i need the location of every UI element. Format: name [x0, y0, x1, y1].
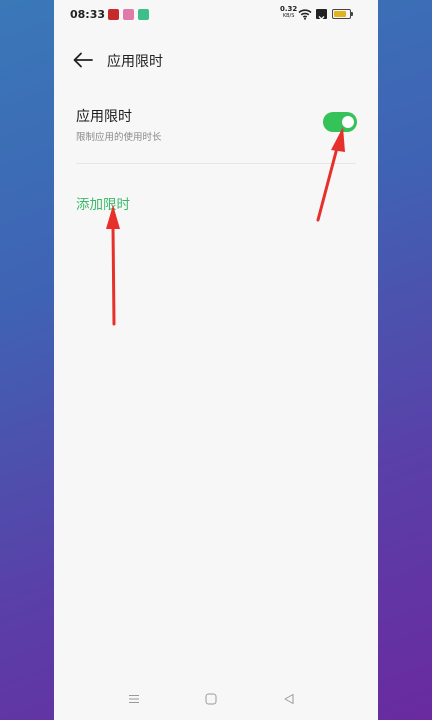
screenshot-background: 08:33 0.32 KB/S 应用限时 应用限时 限制应用的使用时长 添加限时 [0, 0, 432, 720]
battery-icon [332, 9, 353, 19]
status-time: 08:33 [70, 8, 106, 21]
news-app-icon [108, 9, 119, 20]
back-triangle-icon[interactable] [283, 693, 295, 705]
setting-title: 应用限时 [76, 109, 132, 125]
page-title: 应用限时 [107, 54, 163, 70]
menu-icon[interactable] [128, 693, 140, 705]
app-limit-toggle[interactable] [323, 112, 357, 132]
app-limit-setting-row[interactable]: 应用限时 限制应用的使用时长 [54, 98, 378, 152]
chat-app-icon [123, 9, 134, 20]
home-icon[interactable] [205, 693, 217, 705]
back-arrow-icon[interactable] [72, 50, 94, 70]
status-bar: 08:33 0.32 KB/S [54, 0, 378, 30]
toggle-knob [342, 116, 354, 128]
divider [76, 163, 356, 164]
add-limit-button[interactable]: 添加限时 [76, 193, 130, 213]
setting-subtitle: 限制应用的使用时长 [76, 132, 162, 143]
network-speed: 0.32 KB/S [280, 6, 297, 20]
page-header: 应用限时 [54, 44, 378, 78]
network-speed-value: 0.32 [280, 5, 298, 13]
battery-level-fill [334, 11, 346, 17]
phone-screen: 08:33 0.32 KB/S 应用限时 应用限时 限制应用的使用时长 添加限时 [54, 0, 378, 720]
navigation-bar [54, 684, 378, 716]
wifi-icon [298, 9, 312, 20]
green-app-icon [138, 9, 149, 20]
sim-blocked-icon [316, 9, 327, 22]
network-speed-unit: KB/S [282, 13, 295, 19]
